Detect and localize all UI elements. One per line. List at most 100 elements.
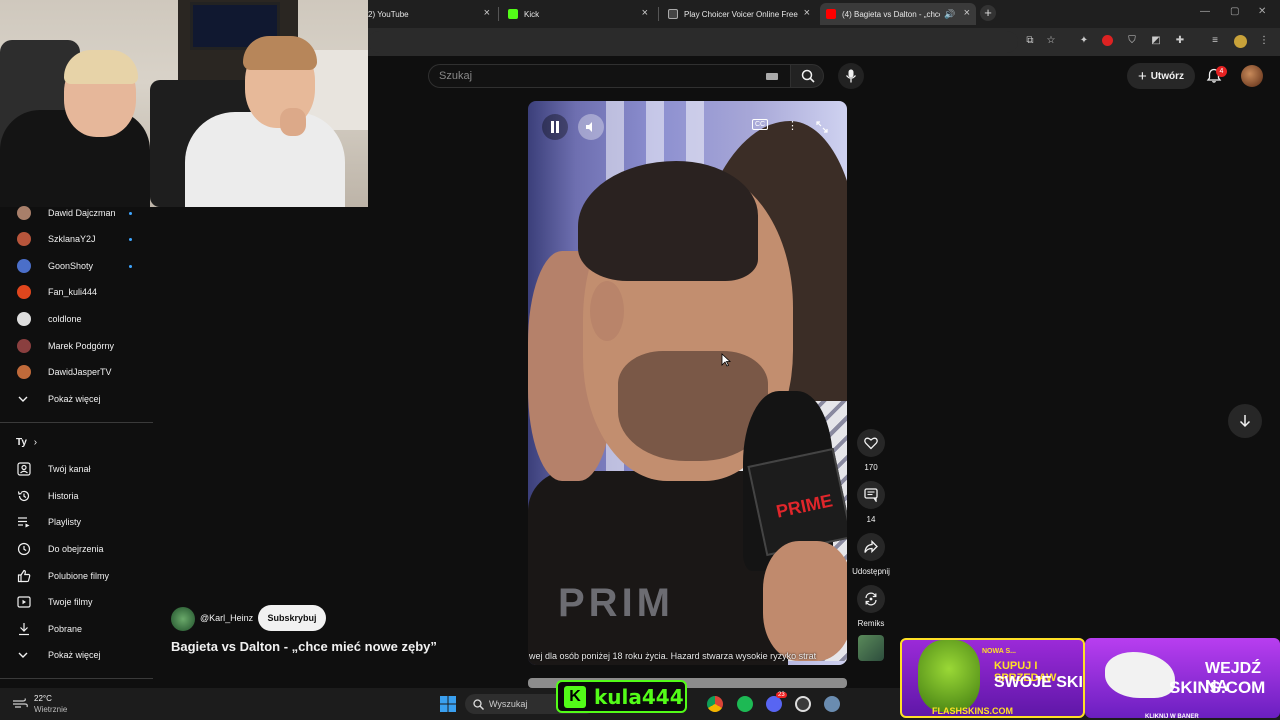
discord-icon[interactable] <box>766 696 782 712</box>
arrow-down-icon <box>1239 415 1251 428</box>
sidebar-item-playlists[interactable]: Playlisty <box>0 509 153 535</box>
sidebar-subscription[interactable]: Marek Podgórny <box>0 333 153 359</box>
speaker-icon[interactable]: 🔊 <box>944 9 955 20</box>
new-tab-button[interactable]: + <box>980 5 996 21</box>
windows-start-icon[interactable] <box>440 696 456 712</box>
tab-youtube[interactable]: 2) YouTube × <box>362 3 496 25</box>
extension-icon[interactable]: ✦ <box>1078 35 1090 47</box>
search-button[interactable] <box>790 64 824 88</box>
remix-button[interactable] <box>857 585 885 613</box>
video-person-hand <box>763 541 847 661</box>
comment-count: 14 <box>866 515 876 524</box>
video-caption: wej dla osób poniżej 18 roku życia. Haza… <box>529 651 817 661</box>
sidebar-show-more[interactable]: Pokaż więcej <box>0 386 153 412</box>
close-icon[interactable]: × <box>964 7 970 19</box>
maximize-icon[interactable]: ▢ <box>1230 6 1239 17</box>
close-icon[interactable]: × <box>484 7 490 19</box>
remix-label: Remiks <box>857 619 885 628</box>
weather-temperature[interactable]: 22°C <box>34 694 52 703</box>
kick-username: kula444 <box>594 684 684 709</box>
tab-title: Kick <box>524 9 540 19</box>
closed-captions-icon[interactable]: CC <box>752 119 769 130</box>
sidebar-item-channel[interactable]: Twój kanał <box>0 456 153 482</box>
search-input[interactable]: Szukaj <box>428 64 790 88</box>
sidebar-subscription[interactable]: Dawid Dajczman <box>0 200 153 226</box>
channel-avatar <box>17 339 31 353</box>
reading-list-icon[interactable]: ≡ <box>1209 35 1221 47</box>
account-avatar[interactable] <box>1241 65 1263 87</box>
close-icon[interactable]: × <box>804 7 810 19</box>
sidebar-subscription[interactable]: DawidJasperTV <box>0 359 153 385</box>
like-button[interactable] <box>857 429 885 457</box>
close-icon[interactable]: × <box>642 7 648 19</box>
video-shirt-text: PRIM <box>558 581 674 625</box>
menu-icon[interactable]: ⋮ <box>1258 35 1270 47</box>
sound-thumbnail[interactable] <box>858 635 884 661</box>
sidebar-item-liked[interactable]: Polubione filmy <box>0 563 153 589</box>
pause-icon <box>551 121 559 133</box>
share-button[interactable] <box>857 533 885 561</box>
sidebar-divider <box>0 422 153 423</box>
obs-icon[interactable] <box>795 696 811 712</box>
new-content-dot <box>129 264 132 268</box>
video-title[interactable]: Bagieta vs Dalton - „chce mieć nowe zęby… <box>171 639 437 654</box>
microphone-icon <box>845 69 857 83</box>
tab-title: Play Choicer Voicer Online Free <box>684 9 798 19</box>
volume-icon <box>586 122 592 132</box>
sponsor-banner[interactable]: NOWA S... KUPUJ I SPRZEDAW SWOJE SKI FLA… <box>900 630 1280 720</box>
tab-choicer[interactable]: Play Choicer Voicer Online Free × <box>662 3 816 25</box>
sidebar-subscription[interactable]: coldlone <box>0 306 153 332</box>
voice-search-button[interactable] <box>838 63 864 89</box>
sidebar-subscription[interactable]: GoonShoty <box>0 253 153 279</box>
chrome-icon[interactable] <box>707 696 723 712</box>
bookmark-star-icon[interactable]: ☆ <box>1045 35 1057 47</box>
channel-avatar <box>17 365 31 379</box>
discord-badge: 23 <box>776 692 787 698</box>
subscribe-button[interactable]: Subskrybuj <box>258 605 326 631</box>
sidebar-item-your-videos[interactable]: Twoje filmy <box>0 589 153 615</box>
channel-avatar[interactable] <box>171 607 195 631</box>
more-options-icon[interactable]: ⋮ <box>787 119 798 132</box>
sponsor-banner-right: WEJDŹ NA SKINS.COM KLIKNIJ W BANER <box>1085 638 1280 720</box>
sidebar-item-watch-later[interactable]: Do obejrzenia <box>0 536 153 562</box>
sidebar-show-more[interactable]: Pokaż więcej <box>0 642 153 668</box>
extension-red-icon[interactable] <box>1102 35 1113 46</box>
extension-icon[interactable]: ◩ <box>1150 35 1162 47</box>
puzzle-icon[interactable]: ✚ <box>1174 35 1186 47</box>
weather-description[interactable]: Wietrznie <box>34 705 67 714</box>
share-icon <box>864 540 878 554</box>
chevron-down-icon <box>18 396 28 402</box>
close-window-icon[interactable]: ✕ <box>1258 6 1266 17</box>
fullscreen-icon[interactable] <box>816 121 828 133</box>
sidebar-item-downloads[interactable]: Pobrane <box>0 616 153 642</box>
sidebar-subscription[interactable]: Fan_kuli444 <box>0 279 153 305</box>
cast-icon[interactable]: ⧉ <box>1024 35 1036 47</box>
create-button[interactable]: + Utwórz <box>1127 63 1195 89</box>
tab-kick[interactable]: Kick × <box>502 3 654 25</box>
settings-gear-icon[interactable] <box>824 696 840 712</box>
shorts-video-player[interactable]: PRIM PRIME CC ⋮ wej dla osób poniżej 18 … <box>528 101 847 665</box>
volume-button[interactable] <box>578 114 604 140</box>
minimize-icon[interactable]: — <box>1200 6 1210 17</box>
sidebar-item-history[interactable]: Historia <box>0 483 153 509</box>
tab-title: (4) Bagieta vs Dalton - „chce <box>842 9 940 19</box>
keyboard-icon[interactable] <box>766 73 778 80</box>
channel-icon <box>17 462 31 476</box>
your-videos-icon <box>17 596 31 608</box>
shield-icon[interactable]: ⛉ <box>1126 35 1138 47</box>
next-short-button[interactable] <box>1228 404 1262 438</box>
webcam-overlay <box>0 0 368 207</box>
sidebar-you-header[interactable]: Ty › <box>16 437 37 448</box>
tab-bagieta[interactable]: (4) Bagieta vs Dalton - „chce 🔊 × <box>820 3 976 25</box>
weather-wind-icon[interactable] <box>12 697 28 709</box>
profile-icon[interactable] <box>1234 35 1247 48</box>
pause-button[interactable] <box>542 114 568 140</box>
spotify-icon[interactable] <box>737 696 753 712</box>
channel-avatar <box>17 232 31 246</box>
kick-logo-icon: K <box>564 685 586 708</box>
address-bar[interactable] <box>368 31 1018 53</box>
sidebar-subscription[interactable]: SzklanaY2J <box>0 226 153 252</box>
channel-name[interactable]: @Karl_Heinz <box>200 613 253 623</box>
comments-button[interactable] <box>857 481 885 509</box>
share-label: Udostępnij <box>852 567 890 576</box>
